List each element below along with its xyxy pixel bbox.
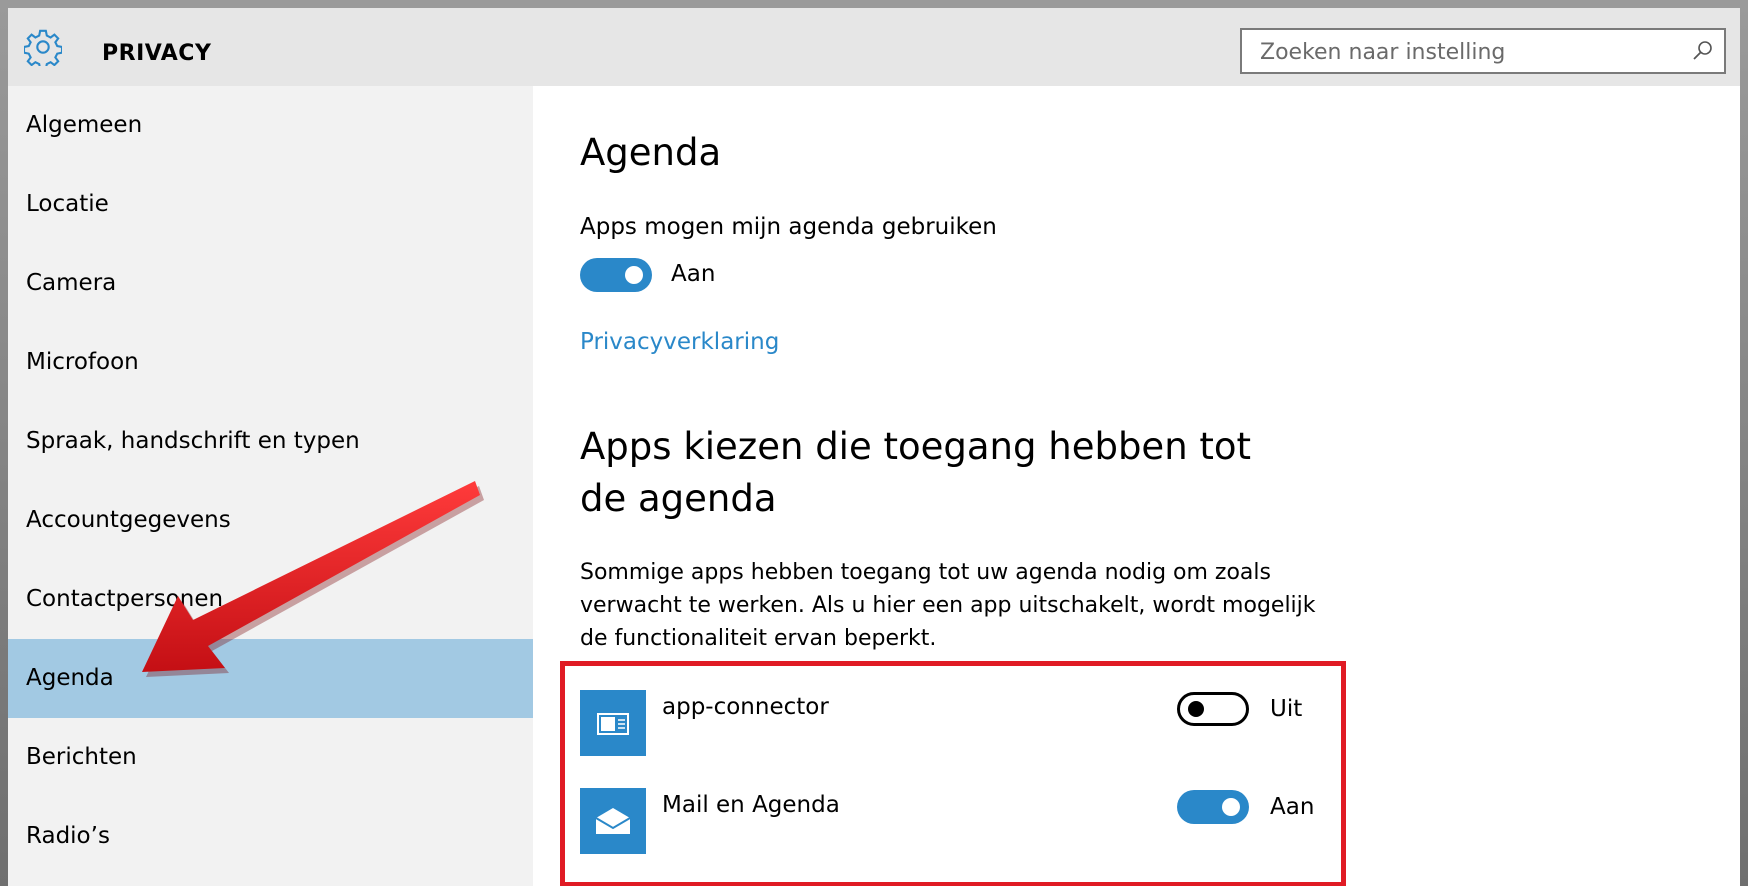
toggle-knob — [1222, 798, 1240, 816]
sidebar-item-label: Algemeen — [26, 112, 143, 138]
sidebar-item-algemeen[interactable]: Algemeen — [8, 86, 533, 165]
toggle-knob — [625, 266, 643, 284]
search-input[interactable] — [1258, 36, 1682, 68]
app-list-highlight: app-connector Uit Mail en Agenda Aan — [560, 661, 1346, 886]
sidebar: Algemeen Locatie Camera Microfoon Spraak… — [8, 86, 533, 886]
sidebar-item-microfoon[interactable]: Microfoon — [8, 323, 533, 402]
sidebar-item-spraak[interactable]: Spraak, handschrift en typen — [8, 402, 533, 481]
mail-agenda-tile — [580, 788, 646, 854]
sidebar-item-agenda[interactable]: Agenda — [8, 639, 533, 718]
section-title: Agenda — [580, 131, 722, 174]
access-toggle-state: Aan — [671, 261, 716, 287]
header-bar: PRIVACY — [8, 8, 1740, 86]
sidebar-item-contactpersonen[interactable]: Contactpersonen — [8, 560, 533, 639]
app-name: app-connector — [662, 694, 829, 720]
sidebar-item-label: Radio’s — [26, 823, 110, 849]
access-label: Apps mogen mijn agenda gebruiken — [580, 214, 997, 240]
mail-agenda-state: Aan — [1270, 794, 1315, 820]
sidebar-item-accountgegevens[interactable]: Accountgegevens — [8, 481, 533, 560]
apps-heading: Apps kiezen die toegang hebben tot de ag… — [580, 425, 1252, 520]
content-pane: Agenda Apps mogen mijn agenda gebruiken … — [533, 86, 1740, 886]
app-connector-tile — [580, 690, 646, 756]
sidebar-item-label: Camera — [26, 270, 117, 296]
sidebar-item-locatie[interactable]: Locatie — [8, 165, 533, 244]
search-box[interactable] — [1240, 28, 1726, 74]
sidebar-item-camera[interactable]: Camera — [8, 244, 533, 323]
apps-description: Sommige apps hebben toegang tot uw agend… — [580, 560, 1316, 651]
settings-window: PRIVACY Algemeen Locatie Camera Microfoo… — [8, 8, 1740, 886]
search-icon[interactable] — [1692, 40, 1714, 62]
app-name: Mail en Agenda — [662, 792, 840, 818]
toggle-knob — [1188, 701, 1204, 717]
sidebar-item-label: Spraak, handschrift en typen — [26, 428, 360, 454]
access-toggle[interactable] — [580, 258, 652, 292]
mail-icon — [595, 808, 631, 834]
sidebar-item-label: Agenda — [26, 665, 114, 691]
sidebar-item-berichten[interactable]: Berichten — [8, 718, 533, 797]
sidebar-item-label: Accountgegevens — [26, 507, 231, 533]
sidebar-item-label: Contactpersonen — [26, 586, 224, 612]
sidebar-item-label: Berichten — [26, 744, 137, 770]
app-connector-icon — [597, 713, 629, 735]
app-connector-toggle[interactable] — [1177, 692, 1249, 726]
mail-agenda-toggle[interactable] — [1177, 790, 1249, 824]
sidebar-item-radios[interactable]: Radio’s — [8, 797, 533, 876]
page-title: PRIVACY — [102, 41, 212, 66]
sidebar-item-label: Locatie — [26, 191, 109, 217]
privacy-statement-link[interactable]: Privacyverklaring — [580, 329, 779, 355]
app-connector-state: Uit — [1270, 696, 1303, 722]
sidebar-item-label: Microfoon — [26, 349, 139, 375]
gear-icon — [24, 29, 62, 66]
